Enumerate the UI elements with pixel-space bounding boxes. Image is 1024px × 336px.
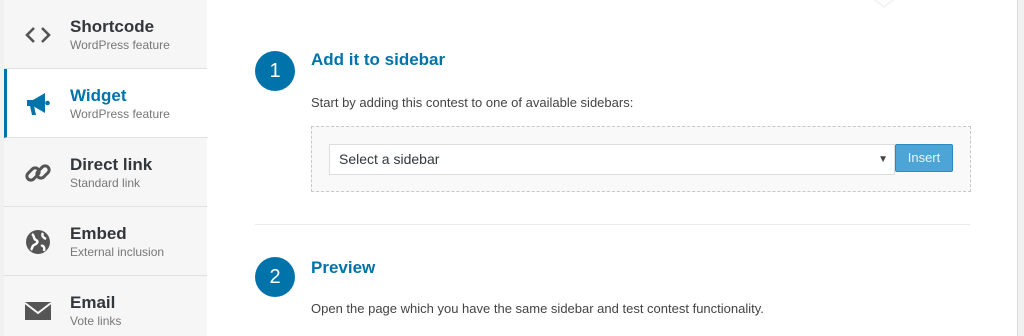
sidebar-item-title: Embed — [70, 224, 127, 243]
step-number: 2 — [255, 257, 295, 297]
sidebar-item-subtitle: WordPress feature — [70, 107, 170, 121]
sidebar-item-title: Direct link — [70, 155, 153, 174]
link-icon — [23, 158, 53, 188]
sidebar-select-value: Select a sidebar — [339, 151, 440, 167]
envelope-icon — [23, 296, 53, 326]
step-description: Open the page which you have the same si… — [311, 301, 764, 316]
sidebar-item-subtitle: Vote links — [70, 314, 122, 328]
sidebar-item-title: Shortcode — [70, 17, 155, 36]
step-title: Preview — [311, 258, 376, 277]
sidebar: Shortcode WordPress feature Widget WordP… — [4, 0, 208, 336]
sidebar-item-subtitle: External inclusion — [70, 245, 165, 259]
sidebar-item-subtitle: Standard link — [70, 176, 141, 190]
panel-notch — [874, 0, 894, 8]
step-number: 1 — [255, 51, 295, 91]
step-description: Start by adding this contest to one of a… — [311, 95, 634, 110]
megaphone-icon — [23, 89, 53, 119]
globe-icon — [23, 227, 53, 257]
dropdown-arrow-icon: ▼ — [878, 154, 888, 165]
sidebar-item-widget[interactable]: Widget WordPress feature — [4, 69, 208, 138]
sidebar-item-subtitle: WordPress feature — [70, 38, 170, 52]
section-divider — [255, 224, 970, 225]
sidebar-item-title: Widget — [70, 86, 127, 105]
sidebar-item-embed[interactable]: Embed External inclusion — [4, 207, 207, 276]
code-icon — [23, 20, 53, 50]
insert-button[interactable]: Insert — [895, 144, 953, 172]
step-title: Add it to sidebar — [311, 50, 446, 69]
sidebar-select[interactable]: Select a sidebar ▼ — [329, 144, 895, 175]
sidebar-item-email[interactable]: Email Vote links — [4, 276, 207, 336]
sidebar-item-direct-link[interactable]: Direct link Standard link — [4, 138, 207, 207]
sidebar-item-shortcode[interactable]: Shortcode WordPress feature — [4, 0, 207, 69]
sidebar-item-title: Email — [70, 293, 116, 312]
